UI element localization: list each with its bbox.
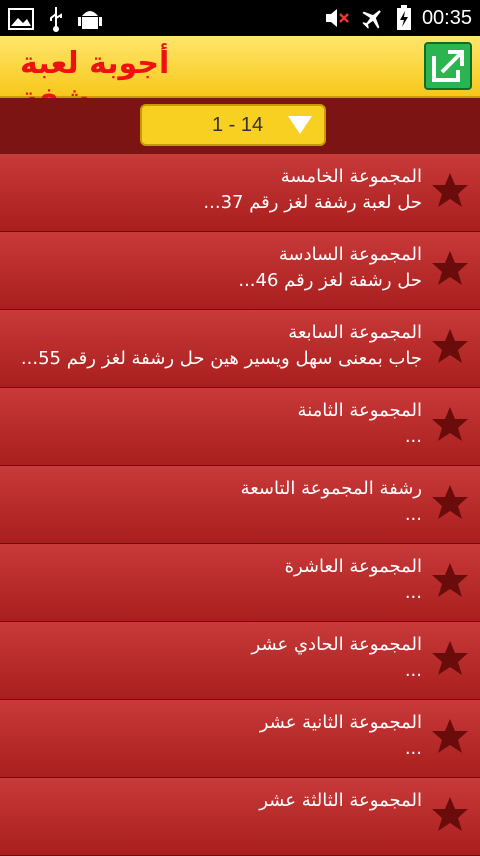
battery-charging-icon bbox=[396, 5, 411, 30]
star-icon[interactable] bbox=[430, 248, 470, 288]
list-item-subtitle: حل رشفة لغز رقم 46... bbox=[238, 270, 422, 291]
status-bar: 00:35 bbox=[0, 0, 480, 36]
list-item-title: المجموعة السادسة bbox=[278, 244, 422, 265]
list-item[interactable]: المجموعة العاشرة ... bbox=[0, 544, 480, 622]
list-item[interactable]: المجموعة الثالثة عشر bbox=[0, 778, 480, 856]
list-item[interactable]: المجموعة السابعة جاب بمعنى سهل ويسير هين… bbox=[0, 310, 480, 388]
star-icon[interactable] bbox=[430, 794, 470, 834]
list-item-title: رشفة المجموعة التاسعة bbox=[240, 478, 422, 499]
star-icon[interactable] bbox=[430, 482, 470, 522]
filter-bar: 1 - 14 bbox=[0, 98, 480, 154]
star-icon[interactable] bbox=[430, 638, 470, 678]
list-item[interactable]: رشفة المجموعة التاسعة ... bbox=[0, 466, 480, 544]
star-icon[interactable] bbox=[430, 326, 470, 366]
list-item[interactable]: المجموعة الثامنة ... bbox=[0, 388, 480, 466]
list-item-title: المجموعة الخامسة bbox=[280, 166, 422, 187]
dropdown-arrow-icon bbox=[288, 116, 312, 134]
list-item-subtitle: جاب بمعنى سهل ويسير هين حل رشفة لغز رقم … bbox=[20, 348, 422, 369]
share-button[interactable] bbox=[424, 42, 472, 90]
list-item-title: المجموعة السابعة bbox=[288, 322, 422, 343]
status-right: 00:35 bbox=[324, 5, 472, 31]
star-icon[interactable] bbox=[430, 716, 470, 756]
app-bar: أجوبة لعبة رشفة bbox=[0, 36, 480, 116]
list-item[interactable]: المجموعة الحادي عشر ... bbox=[0, 622, 480, 700]
list-item-subtitle: ... bbox=[404, 426, 422, 447]
list-item-subtitle: ... bbox=[404, 738, 422, 759]
list-item-title: المجموعة الثانية عشر bbox=[259, 712, 422, 733]
status-left bbox=[8, 6, 102, 32]
list-item-subtitle: ... bbox=[404, 660, 422, 681]
clock: 00:35 bbox=[421, 6, 472, 29]
groups-list: المجموعة الخامسة حل لعبة رشفة لغز رقم 37… bbox=[0, 154, 480, 856]
list-item-title: المجموعة العاشرة bbox=[284, 556, 422, 577]
list-item[interactable]: المجموعة السادسة حل رشفة لغز رقم 46... bbox=[0, 232, 480, 310]
airplane-icon bbox=[362, 10, 381, 29]
star-icon[interactable] bbox=[430, 560, 470, 600]
usb-icon bbox=[50, 7, 62, 32]
list-item-subtitle: حل لعبة رشفة لغز رقم 37... bbox=[203, 192, 422, 213]
mute-icon bbox=[325, 9, 349, 27]
dropdown-value: 1 - 14 bbox=[212, 114, 264, 136]
share-icon bbox=[432, 50, 464, 82]
star-icon[interactable] bbox=[430, 404, 470, 444]
group-range-dropdown[interactable]: 1 - 14 bbox=[140, 104, 326, 146]
list-item-subtitle: ... bbox=[404, 582, 422, 603]
list-item[interactable]: المجموعة الخامسة حل لعبة رشفة لغز رقم 37… bbox=[0, 154, 480, 232]
star-icon[interactable] bbox=[430, 170, 470, 210]
list-item-title: المجموعة الثالثة عشر bbox=[259, 790, 422, 811]
list-item-title: المجموعة الثامنة bbox=[297, 400, 422, 421]
image-icon bbox=[8, 8, 34, 30]
list-item[interactable]: المجموعة الثانية عشر ... bbox=[0, 700, 480, 778]
android-debug-icon bbox=[78, 11, 102, 29]
list-item-subtitle: ... bbox=[404, 504, 422, 525]
list-item-title: المجموعة الحادي عشر bbox=[251, 634, 422, 655]
